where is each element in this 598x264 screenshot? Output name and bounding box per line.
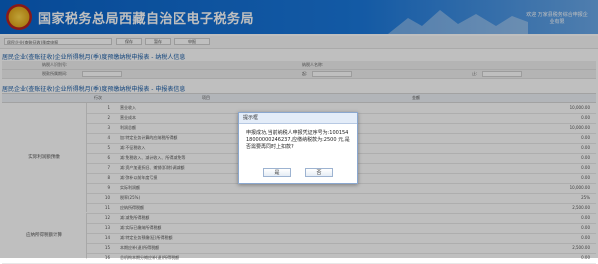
dialog-message: 申报成功,当前纳税人申报凭证序号为:10015418000000246237,应…: [246, 130, 350, 150]
cancel-button[interactable]: 否: [305, 168, 333, 177]
prompt-dialog: 提示框 申报成功,当前纳税人申报凭证序号为:100154180000002462…: [238, 112, 358, 184]
dialog-header: 提示框: [239, 113, 357, 124]
confirm-button[interactable]: 是: [263, 168, 291, 177]
dialog-title: 提示框: [243, 115, 259, 121]
